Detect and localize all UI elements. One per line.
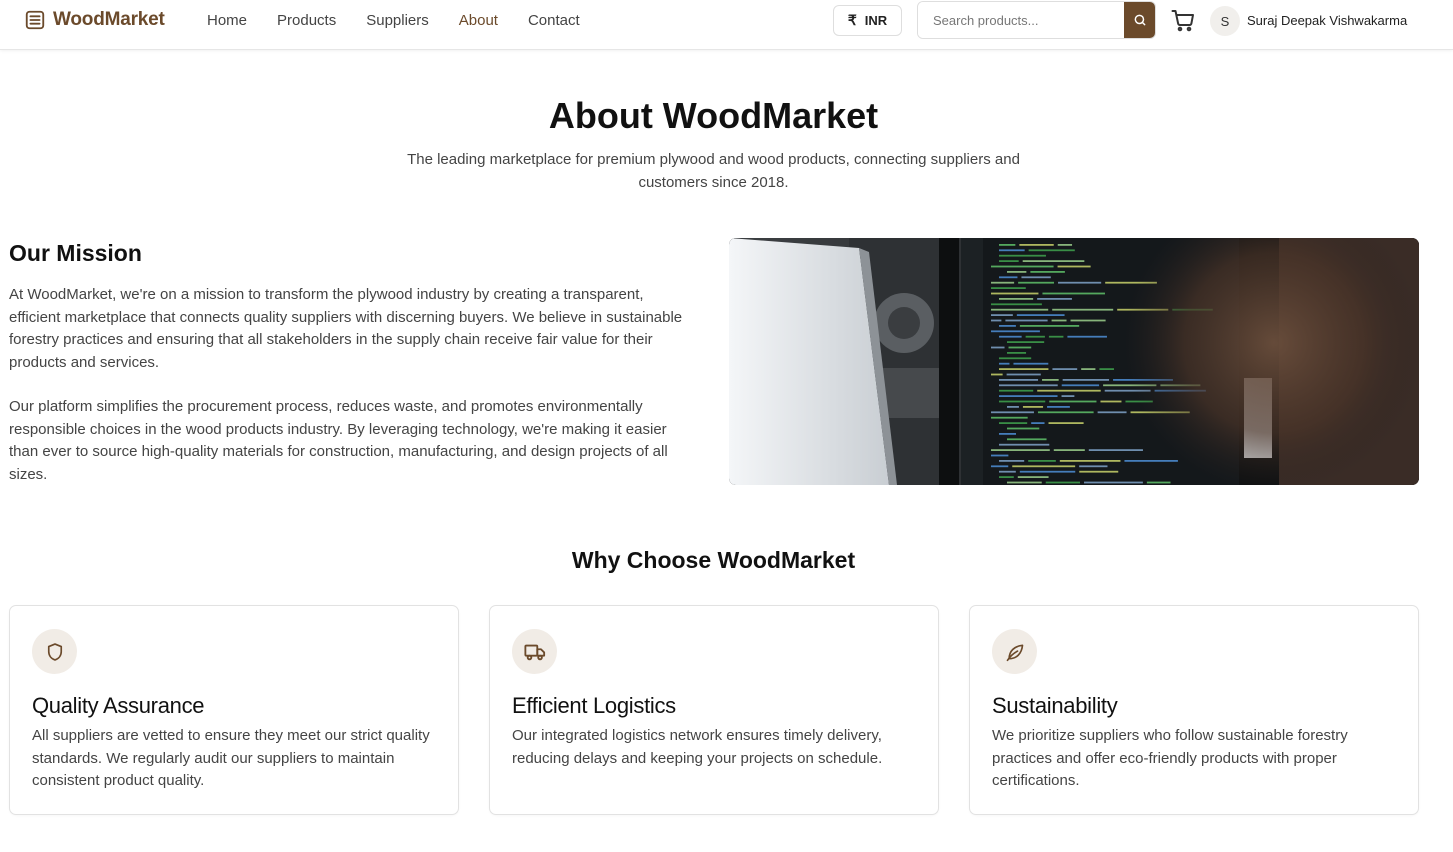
page-title: About WoodMarket	[548, 95, 879, 136]
nav-products[interactable]: Products	[277, 12, 336, 29]
page-subtitle: The leading marketplace for premium plyw…	[407, 151, 1020, 191]
nav-home[interactable]: Home	[207, 12, 247, 29]
feature-text: Our integrated logistics network ensures…	[512, 727, 883, 767]
rupee-icon: ₹	[847, 12, 857, 28]
nav-contact[interactable]: Contact	[528, 12, 580, 29]
user-avatar[interactable]: S	[1210, 6, 1240, 36]
currency-code: INR	[864, 13, 888, 28]
user-name[interactable]: Suraj Deepak Vishwakarma	[1247, 13, 1407, 28]
main-nav: Home Products Suppliers About Contact	[207, 12, 610, 29]
code-monitor-photo	[729, 238, 1419, 485]
currency-selector[interactable]: ₹ INR	[833, 5, 902, 36]
cart-icon[interactable]	[1171, 9, 1195, 33]
feature-text: All suppliers are vetted to ensure they …	[32, 727, 430, 789]
leaf-icon	[992, 629, 1037, 674]
search-bar	[917, 1, 1156, 39]
mission-image	[729, 238, 1419, 485]
mission-paragraph: At WoodMarket, we're on a mission to tra…	[9, 286, 683, 371]
feature-card-logistics: Efficient Logistics Our integrated logis…	[489, 605, 939, 815]
why-heading: Why Choose WoodMarket	[571, 547, 856, 573]
site-header: WoodMarket Home Products Suppliers About…	[0, 0, 1453, 50]
search-button[interactable]	[1124, 2, 1155, 38]
feature-title: Quality Assurance	[32, 693, 205, 718]
truck-icon	[512, 629, 557, 674]
brand-logo[interactable]: WoodMarket	[24, 9, 165, 31]
mission-paragraph: Our platform simplifies the procurement …	[9, 398, 668, 483]
feature-title: Sustainability	[992, 693, 1118, 718]
search-input[interactable]	[918, 2, 1124, 38]
feature-card-sustainability: Sustainability We prioritize suppliers w…	[969, 605, 1419, 815]
shield-icon	[32, 629, 77, 674]
mission-heading: Our Mission	[9, 240, 142, 266]
brand-name: WoodMarket	[53, 9, 165, 30]
search-icon	[1134, 14, 1145, 26]
feature-text: We prioritize suppliers who follow susta…	[992, 727, 1348, 789]
nav-about[interactable]: About	[459, 12, 498, 29]
feature-title: Efficient Logistics	[512, 693, 676, 718]
store-icon	[25, 10, 45, 30]
nav-suppliers[interactable]: Suppliers	[366, 12, 429, 29]
feature-card-quality: Quality Assurance All suppliers are vett…	[9, 605, 459, 815]
